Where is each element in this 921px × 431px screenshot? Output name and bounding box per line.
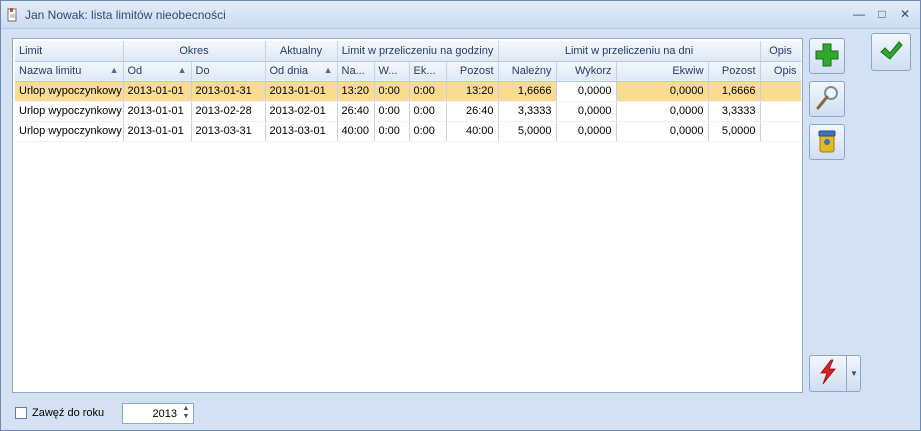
cell-opis[interactable] [760, 80, 801, 102]
cell-od[interactable]: 2013-01-01 [123, 121, 192, 142]
batch-operations-split-button[interactable]: ▼ [809, 355, 861, 392]
column-label: Od [127, 65, 143, 77]
cell-hours-ekwiw[interactable]: 0:00 [409, 101, 447, 122]
group-header-days: Limit w przeliczeniu na dni [498, 41, 761, 62]
checkmark-icon [878, 38, 904, 67]
cell-od-dnia[interactable]: 2013-03-01 [265, 121, 338, 142]
cell-days-ekwiw[interactable]: 0,0000 [616, 101, 709, 122]
minimize-button[interactable]: — [851, 7, 867, 21]
column-header-days-nalezny[interactable]: Należny [498, 61, 557, 82]
year-value[interactable]: 2013 [153, 408, 177, 420]
cell-days-nalezny[interactable]: 5,0000 [498, 121, 557, 142]
column-header-od[interactable]: Od ▲ [123, 61, 192, 82]
limits-grid: Limit Okres Aktualny Limit w przeliczeni… [12, 38, 803, 393]
column-header-hours-nalezny[interactable]: Na... [337, 61, 375, 82]
ok-button[interactable] [871, 33, 911, 71]
sort-ascending-icon: ▲ [323, 65, 333, 75]
cell-hours-pozost[interactable]: 40:00 [446, 121, 499, 142]
column-header-nazwa-limitu[interactable]: Nazwa limitu ▲ [15, 61, 124, 82]
cell-hours-nalezny[interactable]: 40:00 [337, 121, 375, 142]
cell-hours-pozost[interactable]: 13:20 [446, 80, 499, 102]
delete-button[interactable] [809, 124, 845, 160]
cell-od-dnia[interactable]: 2013-02-01 [265, 101, 338, 122]
column-header-row: Nazwa limitu ▲ Od ▲ Do Od dnia ▲ Na... W...… [15, 61, 801, 82]
group-header-okres: Okres [123, 41, 266, 62]
cell-hours-nalezny[interactable]: 26:40 [337, 101, 375, 122]
cell-days-pozost[interactable]: 1,6666 [708, 80, 761, 102]
group-header-opis: Opis [760, 41, 801, 62]
trash-bin-icon [814, 128, 840, 157]
table-row[interactable]: Urlop wypoczynkowy 2013-01-01 2013-03-31… [15, 121, 801, 142]
cell-opis[interactable] [760, 101, 801, 122]
restore-button[interactable]: □ [874, 7, 890, 21]
cell-hours-ekwiw[interactable]: 0:00 [409, 80, 447, 102]
table-row[interactable]: Urlop wypoczynkowy 2013-01-01 2013-01-31… [15, 80, 801, 102]
cell-opis[interactable] [760, 121, 801, 142]
cell-od-dnia[interactable]: 2013-01-01 [265, 80, 338, 102]
cell-do[interactable]: 2013-01-31 [191, 80, 266, 102]
group-header-limit: Limit [15, 41, 124, 62]
column-header-hours-ekwiw[interactable]: Ek... [409, 61, 447, 82]
cell-do[interactable]: 2013-03-31 [191, 121, 266, 142]
column-header-opis[interactable]: Opis [760, 61, 801, 82]
year-filter-checkbox[interactable] [15, 407, 27, 419]
cell-days-ekwiw[interactable]: 0,0000 [616, 121, 709, 142]
title-bar: Jan Nowak: lista limitów nieobecności — … [1, 1, 920, 29]
year-stepper[interactable]: 2013 ▲ ▼ [122, 403, 194, 424]
cell-od[interactable]: 2013-01-01 [123, 80, 192, 102]
column-header-do[interactable]: Do [191, 61, 266, 82]
magnifier-icon [814, 85, 840, 114]
add-button[interactable] [809, 38, 845, 74]
column-header-days-wykorz[interactable]: Wykorz [556, 61, 617, 82]
cell-hours-wykorz[interactable]: 0:00 [374, 101, 410, 122]
column-header-hours-wykorz[interactable]: W... [374, 61, 410, 82]
cell-days-wykorz[interactable]: 0,0000 [556, 80, 617, 102]
sort-ascending-icon: ▲ [109, 65, 119, 75]
cell-do[interactable]: 2013-02-28 [191, 101, 266, 122]
column-header-days-ekwiw[interactable]: Ekwiw [616, 61, 709, 82]
column-label: Od dnia [269, 65, 309, 77]
spin-up-icon[interactable]: ▲ [180, 405, 192, 413]
cell-nazwa-limitu[interactable]: Urlop wypoczynkowy [15, 101, 124, 122]
cell-hours-nalezny[interactable]: 13:20 [337, 80, 375, 102]
document-icon [7, 8, 19, 22]
column-header-hours-pozost[interactable]: Pozost [446, 61, 499, 82]
group-header-hours: Limit w przeliczeniu na godziny [337, 41, 499, 62]
table-row[interactable]: Urlop wypoczynkowy 2013-01-01 2013-02-28… [15, 101, 801, 122]
group-header-row: Limit Okres Aktualny Limit w przeliczeni… [15, 41, 801, 62]
sort-ascending-icon: ▲ [177, 65, 187, 75]
window-title: Jan Nowak: lista limitów nieobecności [25, 8, 226, 22]
cell-days-pozost[interactable]: 5,0000 [708, 121, 761, 142]
cell-od[interactable]: 2013-01-01 [123, 101, 192, 122]
cell-days-ekwiw[interactable]: 0,0000 [616, 80, 709, 102]
chevron-down-icon[interactable]: ▼ [848, 356, 860, 391]
plus-icon [814, 42, 840, 71]
cell-hours-ekwiw[interactable]: 0:00 [409, 121, 447, 142]
limits-table: Limit Okres Aktualny Limit w przeliczeni… [15, 41, 801, 142]
group-header-aktualny: Aktualny [265, 41, 338, 62]
close-button[interactable]: ✕ [897, 7, 913, 21]
year-filter-label[interactable]: Zawęź do roku [32, 407, 104, 419]
column-label: Nazwa limitu [19, 65, 82, 77]
cell-hours-pozost[interactable]: 26:40 [446, 101, 499, 122]
edit-button[interactable] [809, 81, 845, 117]
batch-operations-button[interactable] [810, 356, 847, 391]
cell-nazwa-limitu[interactable]: Urlop wypoczynkowy [15, 80, 124, 102]
column-header-od-dnia[interactable]: Od dnia ▲ [265, 61, 338, 82]
cell-days-nalezny[interactable]: 3,3333 [498, 101, 557, 122]
year-filter: Zawęź do roku 2013 ▲ ▼ [15, 403, 315, 425]
spin-down-icon[interactable]: ▼ [180, 413, 192, 421]
cell-days-pozost[interactable]: 3,3333 [708, 101, 761, 122]
cell-hours-wykorz[interactable]: 0:00 [374, 121, 410, 142]
cell-hours-wykorz[interactable]: 0:00 [374, 80, 410, 102]
dialog-window: Jan Nowak: lista limitów nieobecności — … [0, 0, 921, 431]
column-header-days-pozost[interactable]: Pozost [708, 61, 761, 82]
cell-days-nalezny[interactable]: 1,6666 [498, 80, 557, 102]
cell-nazwa-limitu[interactable]: Urlop wypoczynkowy [15, 121, 124, 142]
year-spin-buttons: ▲ ▼ [180, 405, 192, 422]
cell-days-wykorz[interactable]: 0,0000 [556, 101, 617, 122]
lightning-icon [817, 359, 839, 388]
cell-days-wykorz[interactable]: 0,0000 [556, 121, 617, 142]
